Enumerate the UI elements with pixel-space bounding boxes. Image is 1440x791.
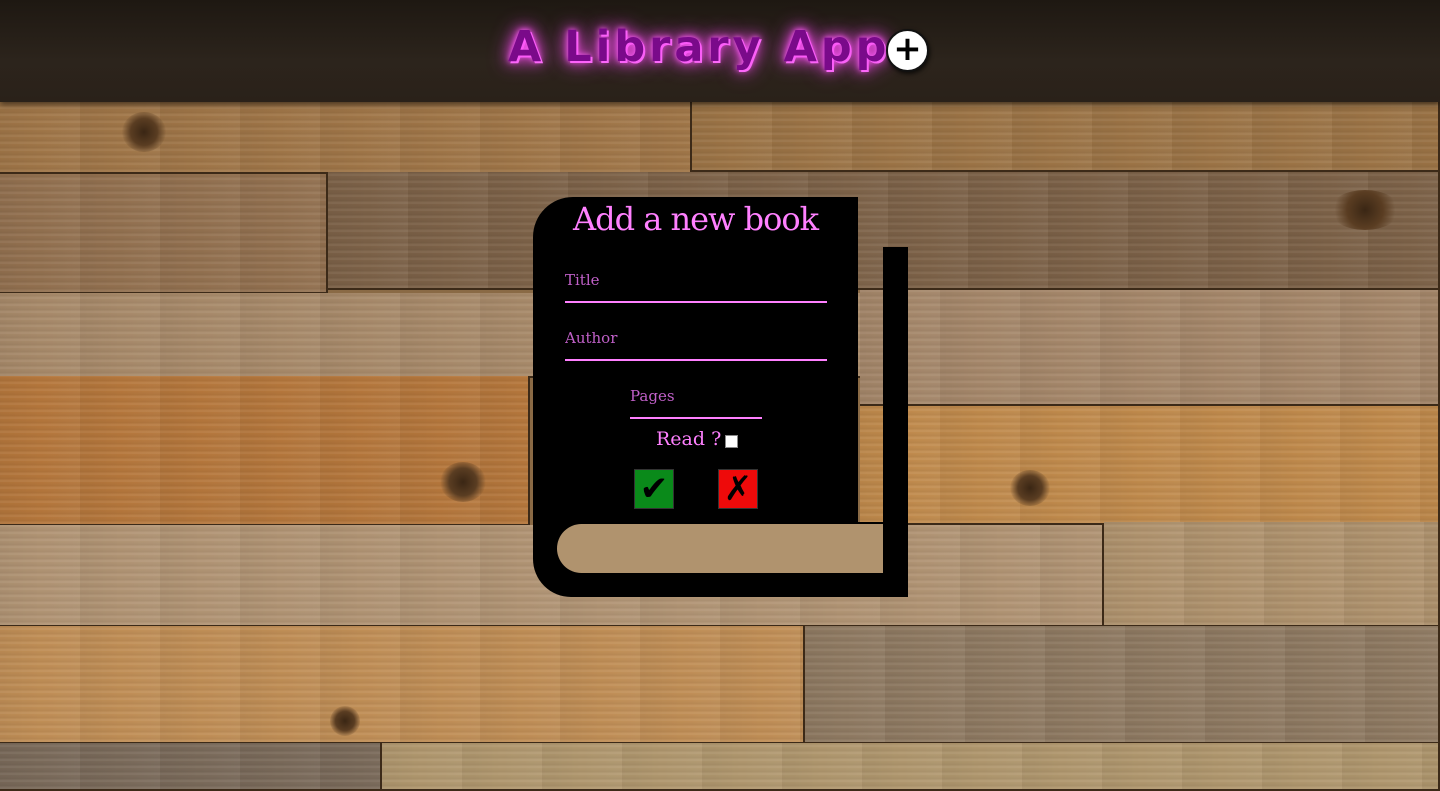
wood-plank (1104, 522, 1440, 627)
title-input[interactable] (565, 266, 827, 303)
wood-plank (0, 743, 382, 791)
plus-icon: + (893, 29, 922, 69)
read-checkbox[interactable] (725, 434, 739, 448)
confirm-button[interactable]: ✔ (634, 469, 674, 509)
cross-icon: ✗ (723, 469, 753, 509)
wood-plank (382, 743, 1440, 791)
wood-plank (860, 290, 1440, 406)
app-header: A Library App + (0, 0, 1440, 102)
pages-input[interactable] (630, 382, 762, 419)
wood-plank (805, 626, 1440, 744)
form-title: Add a new book (572, 200, 819, 238)
checkmark-icon: ✔ (639, 469, 669, 509)
read-label: Read ? (656, 428, 722, 450)
author-input[interactable] (565, 324, 827, 361)
wood-plank (0, 174, 328, 294)
wood-knot (122, 112, 166, 152)
wood-knot (440, 462, 486, 502)
wood-plank (692, 100, 1440, 172)
wood-plank (0, 100, 692, 174)
cancel-button[interactable]: ✗ (718, 469, 758, 509)
read-row: Read ? (656, 428, 739, 450)
add-book-button[interactable]: + (886, 29, 929, 72)
app-title: A Library App (508, 22, 891, 72)
wood-knot (1330, 190, 1400, 230)
wood-plank (860, 405, 1440, 525)
wood-knot (1010, 470, 1050, 506)
wood-plank (0, 376, 530, 526)
book-page-curl (557, 524, 883, 573)
wood-knot (330, 706, 360, 736)
wood-plank (0, 626, 805, 744)
